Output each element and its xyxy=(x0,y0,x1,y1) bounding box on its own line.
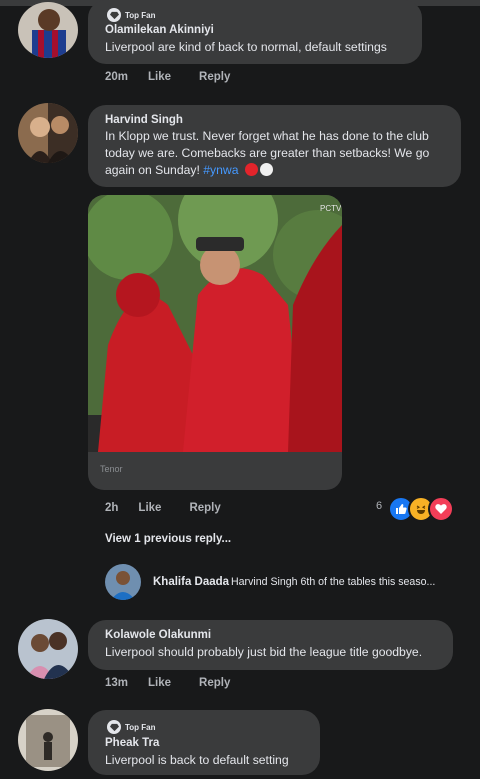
view-previous-replies-link[interactable]: View 1 previous reply... xyxy=(105,533,231,545)
like-button[interactable]: Like xyxy=(148,71,171,83)
badge-label: Top Fan xyxy=(125,722,156,732)
reply-button[interactable]: Reply xyxy=(199,677,230,689)
top-fan-badge: Top Fan xyxy=(107,8,156,22)
avatar[interactable] xyxy=(105,564,141,600)
comment-time[interactable]: 20m xyxy=(105,71,128,83)
love-icon xyxy=(428,496,455,522)
comment-text: Liverpool should probably just bid the l… xyxy=(105,645,423,659)
gif-image: PCTV xyxy=(88,195,342,452)
comment-actions: 2h Like Reply xyxy=(105,502,249,514)
gif-attachment[interactable]: PCTV Tenor xyxy=(88,195,342,490)
top-fan-badge: Top Fan xyxy=(107,720,156,734)
gif-source-label: Tenor xyxy=(100,464,123,474)
comment-text: Liverpool are kind of back to normal, de… xyxy=(105,40,387,54)
badge-label: Top Fan xyxy=(125,10,156,20)
avatar[interactable] xyxy=(18,2,78,58)
comment-actions: 13m Like Reply xyxy=(105,677,258,689)
comment-text: Liverpool is back to default setting xyxy=(105,753,289,767)
comment-author[interactable]: Olamilekan Akinniyi xyxy=(105,24,214,36)
svg-text:PCTV: PCTV xyxy=(320,204,342,213)
avatar[interactable] xyxy=(18,709,78,771)
comment-author[interactable]: Kolawole Olakunmi xyxy=(105,629,211,641)
diamond-icon xyxy=(107,8,121,22)
hashtag-link[interactable]: #ynwa xyxy=(203,163,238,177)
reply-button[interactable]: Reply xyxy=(199,71,230,83)
comment-author[interactable]: Pheak Tra xyxy=(105,737,159,749)
reply-button[interactable]: Reply xyxy=(189,502,220,514)
comment-time[interactable]: 2h xyxy=(105,502,118,514)
avatar[interactable] xyxy=(18,103,78,163)
comment-actions: 20m Like Reply xyxy=(105,71,258,83)
red-circle-icon xyxy=(244,163,258,176)
comment-author[interactable]: Harvind Singh xyxy=(105,114,183,126)
white-circle-icon xyxy=(259,163,273,176)
comment-time[interactable]: 13m xyxy=(105,677,128,689)
comment-text: In Klopp we trust. Never forget what he … xyxy=(105,128,455,179)
like-button[interactable]: Like xyxy=(148,677,171,689)
reply-author[interactable]: Khalifa Daada xyxy=(153,576,229,588)
reaction-count: 6 xyxy=(376,500,383,512)
diamond-icon xyxy=(107,720,121,734)
avatar[interactable] xyxy=(18,619,78,679)
reaction-summary[interactable]: 6 xyxy=(376,496,455,522)
like-button[interactable]: Like xyxy=(138,502,161,514)
reply-text: Harvind Singh 6th of the tables this sea… xyxy=(231,576,436,588)
reply-preview[interactable]: Khalifa Daada Harvind Singh 6th of the t… xyxy=(105,564,465,600)
